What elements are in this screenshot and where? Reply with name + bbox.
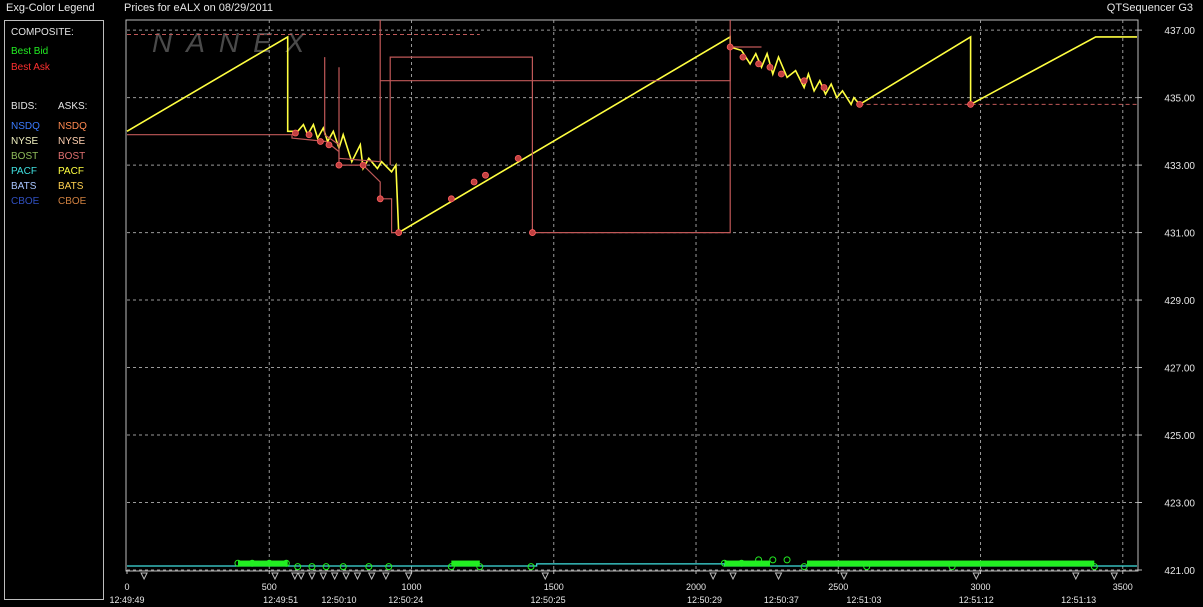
best-ask-marker [800, 77, 808, 85]
trade-marker [774, 572, 783, 581]
trade-marker [1110, 572, 1119, 581]
y-tick-label: 431.00 [1164, 229, 1195, 240]
best-ask-marker [766, 63, 774, 71]
trade-marker [140, 572, 148, 581]
best-ask-marker [514, 154, 522, 162]
trade-marker [709, 572, 717, 581]
trade-marker [404, 572, 413, 581]
x-tick-label: 3500 [1113, 582, 1133, 592]
x-tick-label: 1500 [544, 582, 564, 592]
best-bid-bar [724, 560, 770, 567]
y-tick-label: 423.00 [1164, 499, 1195, 510]
time-label: 12:50:10 [321, 595, 356, 605]
x-tick-label: 2000 [686, 582, 706, 592]
y-tick-label: 425.00 [1164, 431, 1195, 442]
time-label: 12:51:12 [959, 595, 994, 605]
best-ask-marker [335, 161, 343, 169]
time-label: 12:50:29 [687, 595, 722, 605]
best-ask-marker [359, 161, 367, 169]
trade-marker [291, 572, 299, 581]
best-ask-marker [305, 131, 313, 139]
time-label: 12:51:03 [846, 595, 881, 605]
trade-marker [353, 572, 362, 581]
x-tick-label: 2500 [828, 582, 848, 592]
trade-marker [972, 572, 981, 581]
y-tick-label: 421.00 [1164, 566, 1195, 577]
trade-marker [840, 572, 848, 581]
plot-area [125, 19, 1139, 572]
best-ask-marker [447, 195, 455, 203]
x-tick-label: 0 [124, 582, 129, 592]
time-label: 12:51:13 [1061, 595, 1096, 605]
price-chart: NANEX 437.00 435.00 433.00 431.00 429.00 427.… [109, 19, 1195, 605]
time-label: 12:49:51 [263, 595, 298, 605]
trade-marker [729, 572, 737, 581]
best-ask-marker [292, 129, 299, 137]
best-ask-marker [777, 70, 785, 78]
time-label: 12:50:25 [531, 595, 566, 605]
trade-marker [367, 572, 376, 581]
trade-marker [319, 572, 328, 581]
watermark: NANEX [152, 27, 318, 58]
best-ask-marker [967, 100, 974, 108]
trade-marker [297, 572, 305, 581]
best-ask-marker [820, 84, 828, 91]
best-ask-marker [726, 43, 734, 51]
time-label: 12:50:37 [764, 595, 799, 605]
best-ask-marker [376, 195, 384, 203]
y-tick-label: 429.00 [1164, 296, 1195, 307]
trade-marker [541, 572, 550, 581]
best-bid-bar [451, 560, 480, 567]
best-ask-marker [739, 53, 747, 61]
best-ask-marker [325, 141, 333, 149]
trade-marker [271, 572, 279, 581]
trade-marker [308, 572, 316, 581]
x-tick-label: 3000 [971, 582, 991, 592]
trade-marker [330, 572, 339, 581]
time-label: 12:49:49 [109, 595, 144, 605]
trade-marker [1072, 572, 1080, 581]
best-ask-marker [470, 178, 478, 186]
best-ask-marker [317, 138, 324, 145]
y-tick-label: 427.00 [1164, 364, 1195, 375]
trade-marker [342, 572, 350, 581]
x-tick-label: 500 [262, 582, 277, 592]
best-ask-marker [482, 171, 489, 179]
best-ask-marker [755, 60, 763, 68]
y-tick-label: 437.00 [1164, 26, 1195, 37]
best-bid-bar [237, 560, 288, 567]
trade-marker [382, 572, 390, 581]
x-tick-label: 1000 [401, 582, 421, 592]
y-tick-label: 435.00 [1164, 94, 1195, 105]
time-label: 12:50:24 [388, 595, 423, 605]
best-ask-marker [856, 100, 864, 108]
best-ask-marker [395, 229, 403, 236]
y-tick-label: 433.00 [1164, 161, 1195, 172]
best-ask-marker [529, 229, 536, 236]
